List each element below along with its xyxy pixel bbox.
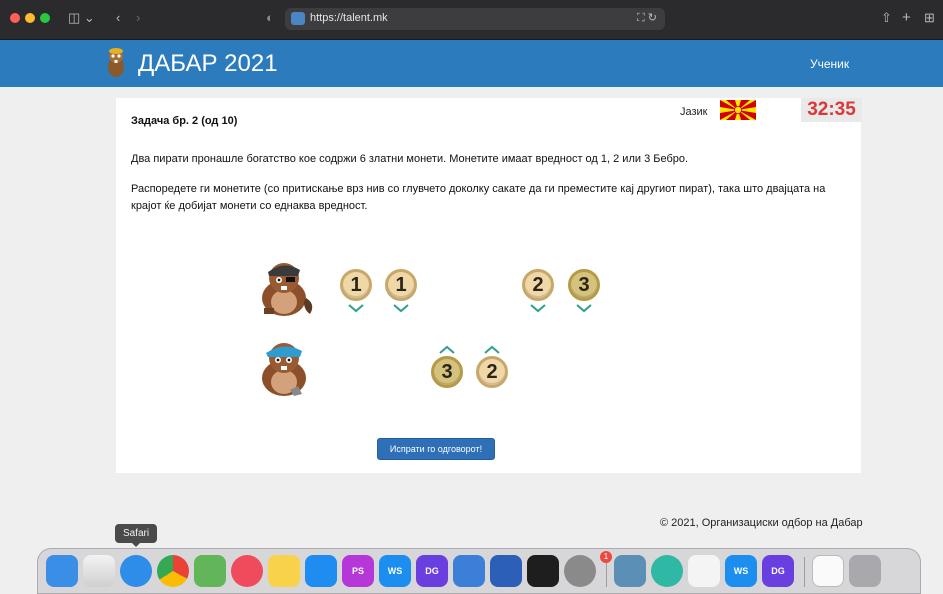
chevron-down-icon[interactable] xyxy=(348,303,364,313)
textedit-icon[interactable] xyxy=(688,555,720,587)
webstorm-icon[interactable]: WS xyxy=(379,555,411,587)
close-window-button[interactable] xyxy=(10,13,20,23)
site-favicon-icon xyxy=(291,12,305,25)
chevron-up-icon[interactable] xyxy=(484,345,500,355)
webstorm-icon[interactable]: WS xyxy=(725,555,757,587)
pirate-beaver-2-icon xyxy=(262,343,306,396)
phpstorm-icon[interactable]: PS xyxy=(342,555,374,587)
site-title[interactable]: ДАБАР 2021 xyxy=(138,50,278,78)
coin-top-3[interactable]: 2 xyxy=(522,269,554,301)
preview-icon[interactable] xyxy=(614,555,646,587)
back-icon[interactable]: ‹ xyxy=(116,9,120,27)
notes-icon[interactable] xyxy=(268,555,300,587)
address-bar[interactable]: https://talent.mk ⛶ ↻ xyxy=(285,8,665,30)
new-tab-icon[interactable]: + xyxy=(902,9,911,27)
privacy-shield-icon[interactable]: ◐ xyxy=(266,9,274,27)
xcode-icon[interactable] xyxy=(453,555,485,587)
terminal-icon[interactable] xyxy=(527,555,559,587)
footer-copyright: © 2021, Организациски одбор на Дабар xyxy=(660,517,863,529)
finder-icon[interactable] xyxy=(46,555,78,587)
maximize-window-button[interactable] xyxy=(40,13,50,23)
url-text: https://talent.mk xyxy=(310,12,388,24)
task-title: Задача бр. 2 (од 10) xyxy=(131,115,238,127)
countdown-timer: 32:35 xyxy=(801,98,862,122)
chevron-down-icon[interactable] xyxy=(530,303,546,313)
maps-icon[interactable] xyxy=(194,555,226,587)
pirate-beaver-1-icon xyxy=(262,263,313,316)
launchpad-icon[interactable] xyxy=(83,555,115,587)
music-icon[interactable] xyxy=(231,555,263,587)
dock-tooltip: Safari xyxy=(115,524,157,543)
document-icon[interactable] xyxy=(812,555,844,587)
coin-bottom-1[interactable]: 3 xyxy=(431,356,463,388)
task-card: Задача бр. 2 (од 10) Јазик 32:35 Два пир… xyxy=(116,98,862,473)
sidebar-toggle-icon[interactable]: ◫ ⌄ xyxy=(68,9,95,27)
coin-top-1[interactable]: 1 xyxy=(340,269,372,301)
language-label: Јазик xyxy=(680,106,708,118)
chevron-down-icon[interactable] xyxy=(393,303,409,313)
tab-overview-icon[interactable]: ⊞ xyxy=(924,9,935,27)
trash-icon[interactable] xyxy=(849,555,881,587)
reload-icon[interactable]: ⛶ ↻ xyxy=(637,11,657,25)
forward-icon[interactable]: › xyxy=(136,9,140,27)
chevron-down-icon[interactable] xyxy=(576,303,592,313)
appstore-icon[interactable] xyxy=(305,555,337,587)
user-role-link[interactable]: Ученик xyxy=(810,57,849,71)
system-preferences-icon[interactable] xyxy=(564,555,596,587)
minimize-window-button[interactable] xyxy=(25,13,35,23)
submit-answer-button[interactable]: Испрати го одговорот! xyxy=(377,438,495,460)
chevron-up-icon[interactable] xyxy=(439,345,455,355)
word-icon[interactable] xyxy=(490,555,522,587)
app-icon[interactable] xyxy=(651,555,683,587)
notification-badge: 1 xyxy=(600,551,612,563)
task-paragraph-2: Распоредете ги монетите (со притискање в… xyxy=(131,183,826,212)
macedonian-flag-icon[interactable] xyxy=(720,100,756,120)
dock-tooltip-tail xyxy=(131,542,141,547)
macos-dock: PS WS DG WS DG xyxy=(37,548,921,594)
share-icon[interactable]: ⇧ xyxy=(881,9,892,27)
safari-icon[interactable] xyxy=(120,555,152,587)
site-header: ДАБАР 2021 Ученик xyxy=(0,40,943,87)
datagrip-icon[interactable]: DG xyxy=(416,555,448,587)
beaver-logo-icon xyxy=(108,48,124,77)
chrome-icon[interactable] xyxy=(157,555,189,587)
datagrip-icon[interactable]: DG xyxy=(762,555,794,587)
coin-top-2[interactable]: 1 xyxy=(385,269,417,301)
coin-top-4[interactable]: 3 xyxy=(568,269,600,301)
browser-toolbar: ◫ ⌄ ‹ › ◐ https://talent.mk ⛶ ↻ ⇧ + ⊞ xyxy=(0,0,943,40)
dock-separator xyxy=(804,557,805,587)
coin-bottom-2[interactable]: 2 xyxy=(476,356,508,388)
task-paragraph-1: Два пирати пронашле богатство кое содржи… xyxy=(131,153,689,165)
